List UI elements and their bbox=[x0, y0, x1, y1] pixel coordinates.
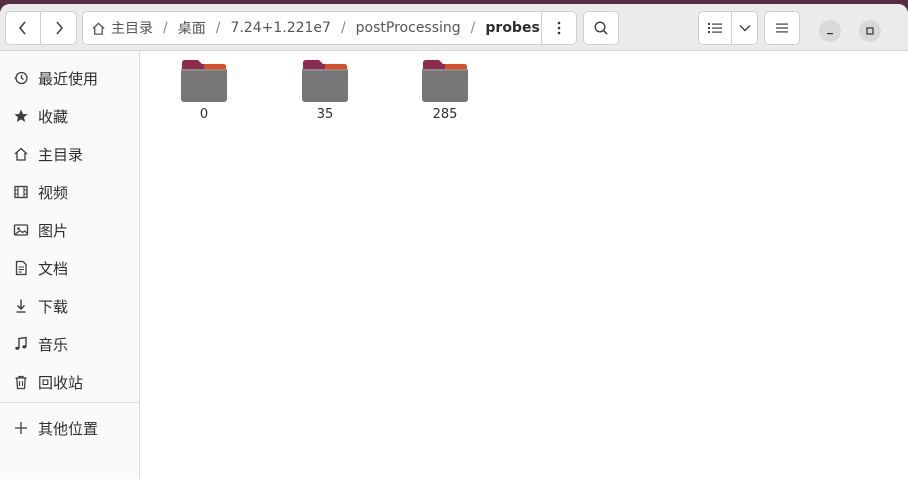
sidebar-item-label: 收藏 bbox=[38, 107, 69, 126]
folder-icon bbox=[302, 60, 348, 102]
path-separator: / bbox=[215, 20, 221, 36]
view-toggle bbox=[698, 11, 758, 45]
folder-item[interactable]: 35 bbox=[280, 59, 370, 139]
sidebar-item-starred[interactable]: 收藏 bbox=[0, 101, 139, 131]
crumb-case[interactable]: 7.24+1.221e7 bbox=[224, 12, 337, 44]
maximize-button[interactable] bbox=[859, 20, 881, 42]
sidebar: 最近使用 收藏 主目录 视频 图片 文档 下载 音乐 回收站 其他位置 bbox=[0, 51, 140, 479]
sidebar-item-videos[interactable]: 视频 bbox=[0, 177, 139, 207]
sidebar-divider bbox=[0, 402, 139, 403]
path-separator: / bbox=[470, 20, 476, 36]
home-icon bbox=[12, 145, 30, 163]
nav-buttons bbox=[5, 11, 77, 45]
sidebar-item-music[interactable]: 音乐 bbox=[0, 329, 139, 359]
view-options-button[interactable] bbox=[732, 11, 758, 45]
path-bar: 主目录 / 桌面 / 7.24+1.221e7 / postProcessing… bbox=[82, 11, 577, 45]
folder-label: 0 bbox=[199, 107, 209, 122]
crumb-label: 7.24+1.221e7 bbox=[230, 20, 331, 36]
back-button[interactable] bbox=[5, 11, 41, 45]
crumb-label: 主目录 bbox=[111, 21, 153, 37]
sidebar-item-label: 音乐 bbox=[38, 335, 69, 354]
crumb-label: postProcessing bbox=[355, 20, 461, 36]
sidebar-item-label: 回收站 bbox=[38, 373, 84, 392]
main-menu-button[interactable] bbox=[764, 11, 800, 45]
path-separator: / bbox=[340, 20, 346, 36]
sidebar-item-label: 文档 bbox=[38, 259, 69, 278]
sidebar-item-recent[interactable]: 最近使用 bbox=[0, 63, 139, 93]
star-icon bbox=[12, 107, 30, 125]
sidebar-item-label: 视频 bbox=[38, 183, 69, 202]
plus-icon bbox=[12, 419, 30, 437]
crumb-postprocessing[interactable]: postProcessing bbox=[350, 12, 467, 44]
image-icon bbox=[12, 221, 30, 239]
hamburger-icon bbox=[776, 23, 788, 33]
folder-label: 35 bbox=[316, 107, 334, 122]
sidebar-item-label: 主目录 bbox=[38, 145, 84, 164]
list-view-button[interactable] bbox=[698, 11, 732, 45]
download-icon bbox=[12, 297, 30, 315]
vertical-dots-icon bbox=[557, 21, 561, 35]
crumb-label: 桌面 bbox=[177, 21, 206, 37]
sidebar-item-documents[interactable]: 文档 bbox=[0, 253, 139, 283]
path-menu-button[interactable] bbox=[541, 12, 576, 44]
sidebar-item-home[interactable]: 主目录 bbox=[0, 139, 139, 169]
folder-icon bbox=[422, 60, 468, 102]
folder-item[interactable]: 0 bbox=[159, 59, 249, 139]
clock-icon bbox=[12, 69, 30, 87]
folder-label: 285 bbox=[432, 107, 458, 122]
minimize-icon bbox=[827, 33, 833, 35]
sidebar-item-label: 下载 bbox=[38, 297, 69, 316]
crumb-current[interactable]: probes bbox=[479, 12, 545, 44]
crumb-desktop[interactable]: 桌面 bbox=[172, 12, 212, 44]
sidebar-item-downloads[interactable]: 下载 bbox=[0, 291, 139, 321]
folder-icon bbox=[181, 60, 227, 102]
home-icon bbox=[92, 21, 105, 35]
list-view-icon bbox=[708, 23, 722, 33]
sidebar-item-trash[interactable]: 回收站 bbox=[0, 367, 139, 397]
sidebar-item-label: 最近使用 bbox=[38, 69, 99, 88]
music-icon bbox=[12, 335, 30, 353]
crumb-label: probes bbox=[485, 20, 540, 36]
file-view: 0 35 285 bbox=[141, 51, 908, 479]
folder-item[interactable]: 285 bbox=[400, 59, 490, 139]
path-separator: / bbox=[163, 20, 168, 36]
crumb-home[interactable]: 主目录 bbox=[83, 12, 159, 44]
file-manager-window: 主目录 / 桌面 / 7.24+1.221e7 / postProcessing… bbox=[0, 4, 908, 479]
header-bar: 主目录 / 桌面 / 7.24+1.221e7 / postProcessing… bbox=[0, 4, 908, 51]
sidebar-item-other-locations[interactable]: 其他位置 bbox=[0, 413, 139, 443]
chevron-left-icon bbox=[19, 21, 26, 35]
minimize-button[interactable] bbox=[819, 20, 841, 42]
maximize-icon bbox=[866, 27, 874, 35]
document-icon bbox=[12, 259, 30, 277]
forward-button[interactable] bbox=[41, 11, 77, 45]
sidebar-item-label: 其他位置 bbox=[38, 419, 99, 438]
sidebar-item-label: 图片 bbox=[38, 221, 69, 240]
trash-icon bbox=[12, 373, 30, 391]
chevron-right-icon bbox=[55, 21, 63, 35]
search-button[interactable] bbox=[583, 11, 619, 45]
sidebar-item-pictures[interactable]: 图片 bbox=[0, 215, 139, 245]
chevron-down-icon bbox=[739, 25, 750, 32]
search-icon bbox=[594, 21, 608, 35]
video-icon bbox=[12, 183, 30, 201]
